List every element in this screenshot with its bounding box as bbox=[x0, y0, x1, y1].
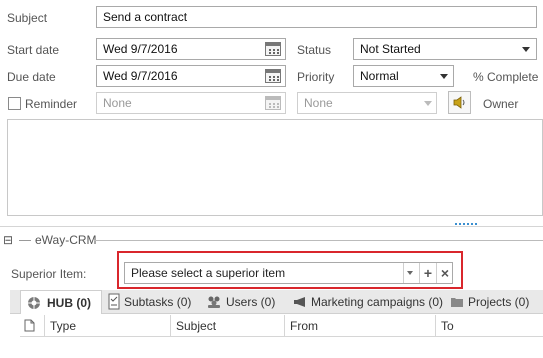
percent-complete-label: % Complete bbox=[473, 70, 539, 84]
combo-divider bbox=[419, 263, 420, 283]
chevron-down-icon bbox=[424, 101, 432, 106]
section-rule bbox=[94, 240, 543, 241]
splitter-line bbox=[0, 226, 543, 227]
notes-textarea[interactable] bbox=[7, 119, 543, 216]
column-to[interactable]: To bbox=[435, 315, 543, 337]
reminder-date-input[interactable]: None bbox=[96, 92, 286, 114]
status-select[interactable]: Not Started bbox=[353, 38, 537, 60]
due-date-input[interactable]: Wed 9/7/2016 bbox=[96, 65, 286, 87]
column-from[interactable]: From bbox=[284, 315, 435, 337]
reminder-label: Reminder bbox=[25, 97, 78, 111]
column-type[interactable]: Type bbox=[44, 315, 170, 337]
chevron-down-icon[interactable] bbox=[440, 74, 448, 79]
reminder-checkbox[interactable] bbox=[8, 97, 21, 110]
subject-label: Subject bbox=[7, 11, 48, 25]
hub-icon bbox=[28, 297, 40, 309]
splitter-grip[interactable] bbox=[455, 223, 477, 226]
owner-label: Owner bbox=[483, 97, 519, 111]
status-label: Status bbox=[297, 43, 332, 57]
tab-label: Subtasks (0) bbox=[124, 295, 192, 309]
priority-label: Priority bbox=[297, 70, 335, 84]
calendar-icon bbox=[265, 96, 281, 110]
tab-projects[interactable]: Projects (0) bbox=[450, 290, 543, 314]
chevron-down-icon[interactable] bbox=[407, 271, 413, 275]
tab-users[interactable]: Users (0) bbox=[206, 290, 286, 314]
add-icon[interactable]: + bbox=[421, 264, 435, 282]
tab-label: HUB (0) bbox=[47, 296, 91, 310]
users-icon bbox=[208, 296, 220, 308]
subtasks-icon bbox=[108, 293, 120, 310]
start-date-input[interactable]: Wed 9/7/2016 bbox=[96, 38, 286, 60]
start-date-label: Start date bbox=[7, 43, 60, 57]
column-subject[interactable]: Subject bbox=[170, 315, 284, 337]
speaker-icon bbox=[453, 96, 465, 109]
grid-header: Type Subject From To bbox=[20, 315, 543, 337]
tab-bar: HUB (0) Subtasks (0) Users (0) Marketing… bbox=[10, 290, 543, 314]
due-date-label: Due date bbox=[7, 70, 56, 84]
combo-divider bbox=[403, 263, 404, 283]
calendar-icon[interactable] bbox=[265, 69, 281, 83]
megaphone-icon bbox=[294, 297, 305, 307]
priority-select[interactable]: Normal bbox=[353, 65, 454, 87]
section-rule bbox=[19, 240, 31, 241]
combo-divider bbox=[436, 263, 437, 283]
folder-icon bbox=[451, 298, 463, 307]
tab-label: Users (0) bbox=[226, 295, 276, 309]
calendar-icon[interactable] bbox=[265, 42, 281, 56]
sound-button[interactable] bbox=[448, 91, 471, 114]
tab-hub[interactable]: HUB (0) bbox=[20, 290, 102, 314]
tab-label: Projects (0) bbox=[468, 295, 530, 309]
superior-item-placeholder: Please select a superior item bbox=[131, 266, 286, 280]
section-title: eWay-CRM bbox=[35, 233, 97, 247]
tab-marketing-campaigns[interactable]: Marketing campaigns (0) bbox=[293, 290, 443, 314]
chevron-down-icon[interactable] bbox=[522, 47, 530, 52]
superior-item-label: Superior Item: bbox=[11, 267, 87, 281]
clear-icon[interactable]: × bbox=[438, 264, 452, 282]
document-icon bbox=[24, 319, 35, 332]
reminder-time-select[interactable]: None bbox=[297, 92, 437, 114]
collapse-icon[interactable]: ⊟ bbox=[3, 233, 13, 247]
tab-label: Marketing campaigns (0) bbox=[311, 295, 444, 309]
subject-input[interactable]: Send a contract bbox=[96, 6, 537, 28]
tab-subtasks[interactable]: Subtasks (0) bbox=[108, 290, 200, 314]
